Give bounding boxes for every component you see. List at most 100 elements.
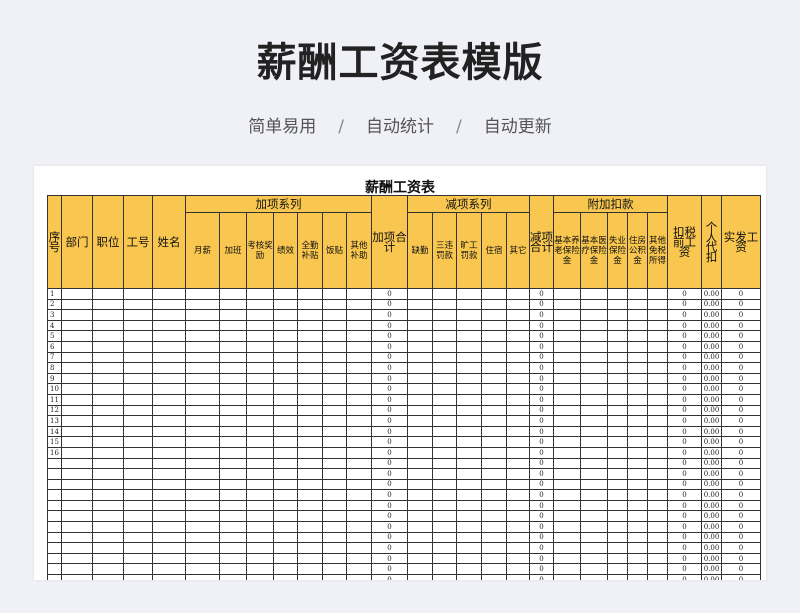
cell[interactable] [61, 288, 93, 300]
cell[interactable] [152, 340, 186, 353]
cell[interactable] [553, 563, 581, 576]
cell-value[interactable]: 0 [371, 468, 408, 480]
cell-value[interactable]: 0 [371, 298, 408, 311]
cell[interactable] [346, 340, 372, 353]
cell[interactable] [273, 499, 298, 512]
cell[interactable] [647, 436, 668, 448]
cell[interactable] [92, 436, 124, 448]
cell[interactable] [481, 521, 507, 533]
cell[interactable] [219, 404, 247, 417]
cell-value[interactable]: 0 [721, 372, 761, 385]
cell[interactable] [607, 521, 628, 533]
cell[interactable] [346, 552, 372, 565]
cell-seq[interactable]: 15 [47, 436, 62, 448]
cell[interactable] [627, 436, 648, 448]
cell[interactable] [123, 319, 153, 332]
cell[interactable] [246, 319, 274, 332]
cell-seq[interactable] [47, 457, 62, 470]
cell[interactable] [553, 425, 581, 438]
cell[interactable] [506, 574, 530, 580]
cell-value[interactable]: 0 [667, 340, 702, 353]
cell-seq[interactable]: 8 [47, 362, 62, 374]
cell[interactable] [407, 521, 433, 533]
cell[interactable] [346, 521, 372, 533]
cell-value[interactable]: 0 [721, 489, 761, 501]
cell[interactable] [647, 499, 668, 512]
cell-seq[interactable]: 3 [47, 309, 62, 321]
cell[interactable] [346, 383, 372, 395]
cell[interactable] [185, 542, 220, 554]
cell[interactable] [346, 362, 372, 374]
cell[interactable] [185, 468, 220, 480]
cell-value[interactable]: 0 [721, 457, 761, 470]
cell-value[interactable]: 0 [667, 309, 702, 321]
cell-value[interactable]: 0.00 [701, 489, 722, 501]
cell[interactable] [432, 415, 457, 427]
cell[interactable] [647, 330, 668, 342]
cell[interactable] [407, 288, 433, 300]
cell[interactable] [553, 393, 581, 406]
cell[interactable] [152, 478, 186, 491]
cell[interactable] [219, 468, 247, 480]
cell[interactable] [123, 351, 153, 364]
cell[interactable] [456, 351, 482, 364]
cell[interactable] [607, 372, 628, 385]
cell[interactable] [407, 499, 433, 512]
cell[interactable] [246, 563, 274, 576]
cell[interactable] [481, 436, 507, 448]
cell[interactable] [580, 489, 608, 501]
cell[interactable] [152, 521, 186, 533]
cell[interactable] [322, 521, 347, 533]
cell[interactable] [553, 288, 581, 300]
cell-value[interactable]: 0 [721, 362, 761, 374]
cell[interactable] [152, 542, 186, 554]
cell[interactable] [346, 393, 372, 406]
cell[interactable] [92, 383, 124, 395]
cell[interactable] [297, 372, 323, 385]
cell-value[interactable]: 0 [529, 489, 554, 501]
cell[interactable] [607, 446, 628, 459]
cell[interactable] [432, 446, 457, 459]
cell-value[interactable]: 0 [721, 298, 761, 311]
cell-value[interactable]: 0 [721, 393, 761, 406]
cell-value[interactable]: 0.00 [701, 298, 722, 311]
cell[interactable] [92, 531, 124, 544]
cell[interactable] [553, 521, 581, 533]
cell[interactable] [92, 298, 124, 311]
cell[interactable] [297, 521, 323, 533]
cell[interactable] [481, 499, 507, 512]
cell-seq[interactable]: 16 [47, 446, 62, 459]
cell-value[interactable]: 0.00 [701, 288, 722, 300]
cell[interactable] [297, 446, 323, 459]
cell[interactable] [647, 340, 668, 353]
cell[interactable] [297, 457, 323, 470]
cell[interactable] [297, 288, 323, 300]
cell-seq[interactable] [47, 521, 62, 533]
cell-value[interactable]: 0 [667, 499, 702, 512]
cell[interactable] [432, 404, 457, 417]
cell[interactable] [297, 309, 323, 321]
cell-value[interactable]: 0 [667, 351, 702, 364]
cell[interactable] [506, 372, 530, 385]
cell-value[interactable]: 0 [667, 436, 702, 448]
cell[interactable] [61, 404, 93, 417]
cell[interactable] [553, 499, 581, 512]
cell[interactable] [322, 340, 347, 353]
cell[interactable] [627, 298, 648, 311]
cell[interactable] [219, 415, 247, 427]
cell[interactable] [506, 425, 530, 438]
cell[interactable] [246, 404, 274, 417]
cell-value[interactable]: 0 [667, 457, 702, 470]
cell-value[interactable]: 0 [721, 552, 761, 565]
cell[interactable] [607, 383, 628, 395]
cell[interactable] [553, 319, 581, 332]
cell[interactable] [432, 531, 457, 544]
cell[interactable] [506, 542, 530, 554]
cell-value[interactable]: 0 [371, 542, 408, 554]
cell-value[interactable]: 0 [371, 521, 408, 533]
cell-seq[interactable] [47, 510, 62, 523]
cell[interactable] [61, 574, 93, 580]
cell[interactable] [297, 425, 323, 438]
cell[interactable] [627, 489, 648, 501]
cell[interactable] [219, 478, 247, 491]
